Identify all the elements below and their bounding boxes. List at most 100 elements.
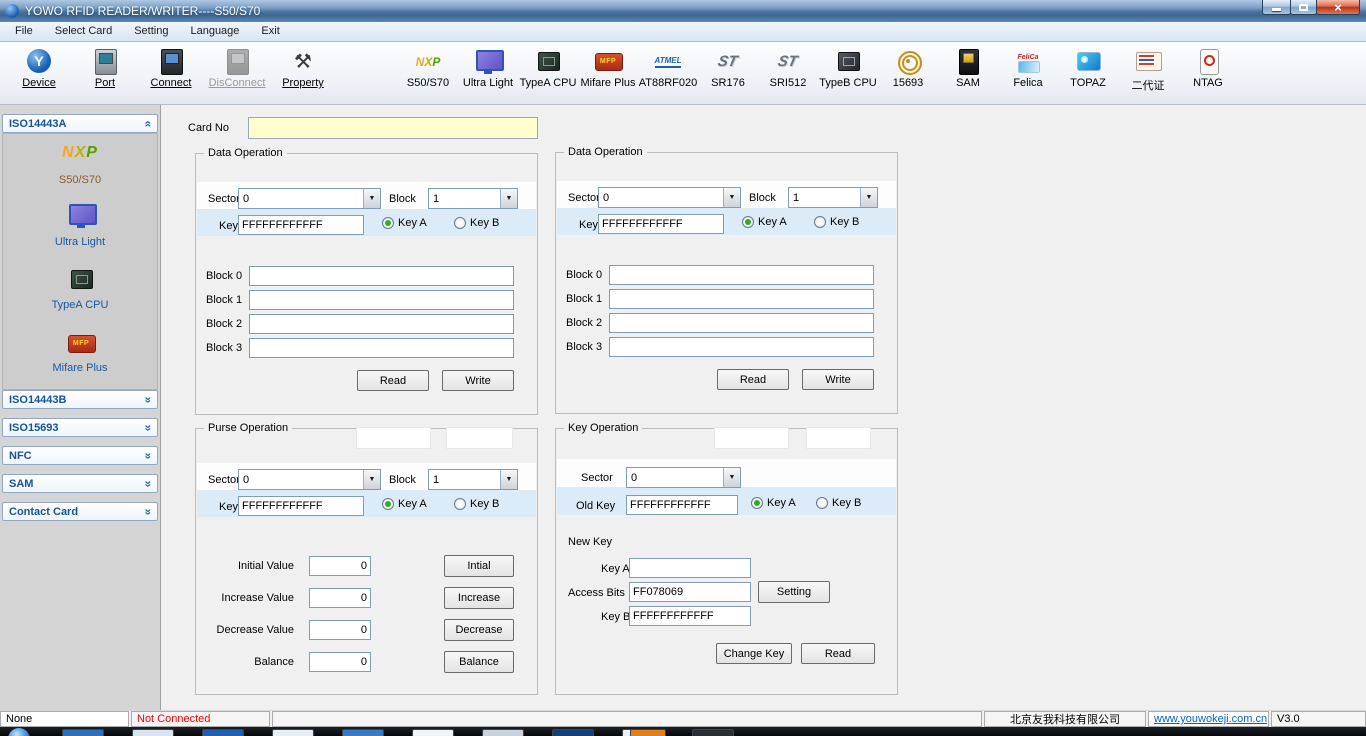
- toolbar-sri512-button[interactable]: ST SRI512: [758, 48, 818, 89]
- setting-button[interactable]: Setting: [758, 581, 830, 603]
- taskbar-app-icon[interactable]: [132, 729, 174, 736]
- block-dropdown[interactable]: 1: [428, 469, 518, 490]
- taskbar-app-icon[interactable]: [62, 729, 104, 736]
- read-button[interactable]: Read: [717, 369, 789, 390]
- minimize-button[interactable]: [1262, 0, 1291, 15]
- status-website-link[interactable]: www.youwokeji.com.cn: [1154, 713, 1267, 725]
- key-a-radio[interactable]: Key A: [751, 497, 796, 509]
- chevron-down-icon[interactable]: [363, 470, 380, 489]
- balance-input[interactable]: [309, 652, 371, 672]
- change-key-button[interactable]: Change Key: [716, 643, 792, 664]
- sector-dropdown[interactable]: 0: [626, 467, 741, 488]
- sidebar-section-iso14443a[interactable]: ISO14443A: [2, 114, 158, 133]
- taskbar-app-icon[interactable]: [342, 729, 384, 736]
- block3-input[interactable]: [609, 337, 874, 357]
- toolbar-sr176-button[interactable]: ST SR176: [698, 48, 758, 89]
- chevron-double-down-icon[interactable]: [145, 421, 152, 435]
- menu-language[interactable]: Language: [179, 22, 250, 41]
- new-key-b-input[interactable]: [629, 606, 751, 626]
- maximize-button[interactable]: [1290, 0, 1317, 15]
- chevron-double-down-icon[interactable]: [145, 477, 152, 491]
- key-input[interactable]: [238, 215, 364, 235]
- sidebar-section-iso15693[interactable]: ISO15693: [2, 418, 158, 437]
- key-a-radio[interactable]: Key A: [382, 217, 427, 229]
- block1-input[interactable]: [609, 289, 874, 309]
- initial-value-input[interactable]: [309, 556, 371, 576]
- toolbar-ultralight-button[interactable]: Ultra Light: [458, 48, 518, 89]
- menu-exit[interactable]: Exit: [250, 22, 290, 41]
- toolbar-felica-button[interactable]: FeliCa Felica: [998, 48, 1058, 89]
- toolbar-disconnect-button[interactable]: DisConnect: [204, 48, 270, 89]
- taskbar-app-icon[interactable]: [272, 729, 314, 736]
- key-b-radio[interactable]: Key B: [454, 498, 499, 510]
- block0-input[interactable]: [609, 265, 874, 285]
- chevron-down-icon[interactable]: [500, 470, 517, 489]
- chevron-double-down-icon[interactable]: [145, 505, 152, 519]
- block-dropdown[interactable]: 1: [428, 188, 518, 209]
- menu-file[interactable]: File: [4, 22, 44, 41]
- sidebar-item-mifare-plus[interactable]: Mifare Plus: [3, 362, 157, 374]
- taskbar-app-icon[interactable]: [630, 729, 666, 736]
- toolbar-ntag-button[interactable]: NTAG: [1178, 48, 1238, 89]
- block0-input[interactable]: [249, 266, 514, 286]
- close-button[interactable]: [1316, 0, 1360, 15]
- sidebar-section-iso14443b[interactable]: ISO14443B: [2, 390, 158, 409]
- new-key-a-input[interactable]: [629, 558, 751, 578]
- increase-value-input[interactable]: [309, 588, 371, 608]
- chevron-double-down-icon[interactable]: [145, 449, 152, 463]
- key-a-radio[interactable]: Key A: [382, 498, 427, 510]
- chevron-down-icon[interactable]: [723, 468, 740, 487]
- write-button[interactable]: Write: [442, 370, 514, 391]
- chevron-down-icon[interactable]: [860, 188, 877, 207]
- nxp-logo-icon[interactable]: NXP: [3, 144, 157, 162]
- toolbar-id-card-button[interactable]: 二代证: [1118, 48, 1178, 93]
- increase-button[interactable]: Increase: [444, 587, 514, 609]
- toolbar-property-button[interactable]: Property: [270, 48, 336, 89]
- menu-setting[interactable]: Setting: [123, 22, 179, 41]
- toolbar-sam-button[interactable]: SAM: [938, 48, 998, 89]
- key-b-radio[interactable]: Key B: [454, 217, 499, 229]
- block2-input[interactable]: [249, 314, 514, 334]
- sidebar-section-contact-card[interactable]: Contact Card: [2, 502, 158, 521]
- toolbar-topaz-button[interactable]: TOPAZ: [1058, 48, 1118, 89]
- toolbar-port-button[interactable]: Port: [72, 48, 138, 89]
- sector-dropdown[interactable]: 0: [238, 469, 381, 490]
- write-button[interactable]: Write: [802, 369, 874, 390]
- chevron-down-icon[interactable]: [723, 188, 740, 207]
- menu-select-card[interactable]: Select Card: [44, 22, 123, 41]
- chevron-down-icon[interactable]: [500, 189, 517, 208]
- card-no-input[interactable]: [248, 117, 538, 139]
- block1-input[interactable]: [249, 290, 514, 310]
- toolbar-typea-cpu-button[interactable]: TypeA CPU: [518, 48, 578, 89]
- typea-cpu-chip-icon[interactable]: [67, 266, 95, 293]
- sector-dropdown[interactable]: 0: [238, 188, 381, 209]
- sidebar-item-s50s70[interactable]: S50/S70: [3, 174, 157, 186]
- key-input[interactable]: [238, 496, 364, 516]
- chevron-double-down-icon[interactable]: [145, 393, 152, 407]
- toolbar-typeb-cpu-button[interactable]: TypeB CPU: [818, 48, 878, 89]
- decrease-button[interactable]: Decrease: [444, 619, 514, 641]
- decrease-value-input[interactable]: [309, 620, 371, 640]
- start-button[interactable]: [8, 728, 30, 736]
- initial-button[interactable]: Intial: [444, 555, 514, 577]
- key-b-radio[interactable]: Key B: [814, 216, 859, 228]
- key-b-radio[interactable]: Key B: [816, 497, 861, 509]
- sidebar-item-typea-cpu[interactable]: TypeA CPU: [3, 299, 157, 311]
- read-button[interactable]: Read: [357, 370, 429, 391]
- taskbar-app-icon[interactable]: [552, 729, 594, 736]
- old-key-input[interactable]: [626, 495, 738, 515]
- toolbar-connect-button[interactable]: Connect: [138, 48, 204, 89]
- taskbar-app-icon[interactable]: [202, 729, 244, 736]
- block-dropdown[interactable]: 1: [788, 187, 878, 208]
- toolbar-15693-button[interactable]: 15693: [878, 48, 938, 89]
- key-input[interactable]: [598, 214, 724, 234]
- taskbar-app-icon[interactable]: [412, 729, 454, 736]
- toolbar-mifare-plus-button[interactable]: MFP Mifare Plus: [578, 48, 638, 89]
- access-bits-input[interactable]: [629, 582, 751, 602]
- sidebar-section-sam[interactable]: SAM: [2, 474, 158, 493]
- toolbar-at88rf020-button[interactable]: ATMEL AT88RF020: [638, 48, 698, 89]
- ultra-light-icon[interactable]: [67, 202, 95, 229]
- taskbar-app-icon[interactable]: [692, 729, 734, 736]
- sector-dropdown[interactable]: 0: [598, 187, 741, 208]
- chevron-down-icon[interactable]: [363, 189, 380, 208]
